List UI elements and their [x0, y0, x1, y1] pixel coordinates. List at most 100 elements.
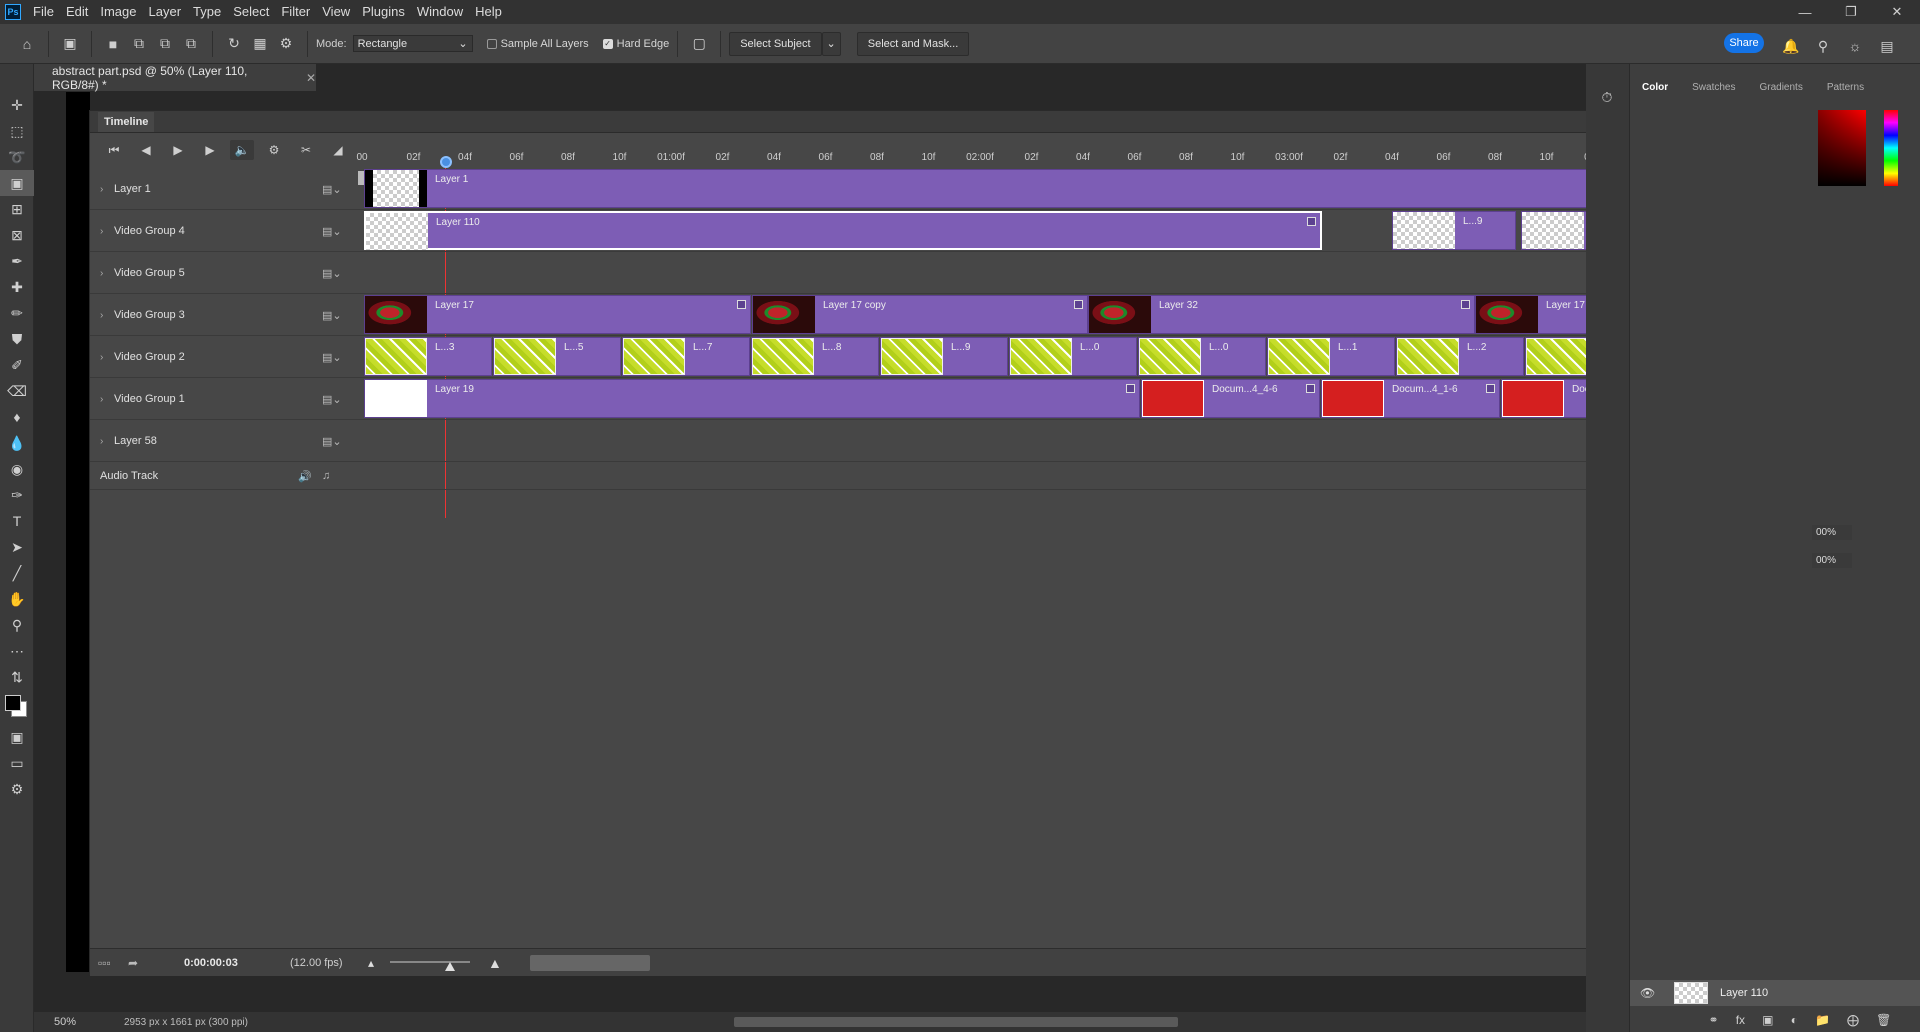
expand-chevron-icon[interactable]: › — [100, 184, 114, 195]
object-selection-tool-icon[interactable]: ▣ — [0, 170, 34, 196]
eraser-tool-icon[interactable]: ⌫ — [0, 378, 34, 404]
timeline-clip[interactable]: L...3 — [364, 337, 492, 376]
tab-swatches[interactable]: Swatches — [1680, 76, 1747, 100]
track-header[interactable]: › Layer 58 ▤⌄ — [90, 420, 356, 462]
expand-chevron-icon[interactable]: › — [100, 352, 114, 363]
close-window-icon[interactable]: ✕ — [1874, 0, 1920, 24]
menu-edit[interactable]: Edit — [60, 0, 94, 24]
document-tab[interactable]: abstract part.psd @ 50% (Layer 110, RGB/… — [34, 64, 316, 92]
zoom-slider-thumb[interactable] — [445, 962, 455, 971]
playhead-handle[interactable] — [440, 156, 452, 168]
share-button[interactable]: Share — [1724, 33, 1764, 53]
menu-layer[interactable]: Layer — [143, 0, 188, 24]
menu-window[interactable]: Window — [411, 0, 469, 24]
clone-stamp-tool-icon[interactable]: ⛊ — [0, 326, 34, 352]
canvas[interactable] — [66, 92, 90, 972]
quick-mask-icon[interactable]: ▣ — [0, 724, 34, 750]
film-strip-menu-icon[interactable]: ▤⌄ — [322, 435, 342, 448]
film-strip-menu-icon[interactable]: ▤⌄ — [322, 267, 342, 280]
zoom-slider[interactable] — [390, 961, 470, 963]
dodge-tool-icon[interactable]: ◉ — [0, 456, 34, 482]
new-layer-icon[interactable]: ⨁ — [1847, 1013, 1859, 1027]
timeline-clip[interactable]: Layer 110 — [364, 211, 1322, 250]
film-strip-menu-icon[interactable]: ▤⌄ — [322, 183, 342, 196]
timeline-clip[interactable]: Layer 17 copy — [752, 295, 1088, 334]
timeline-clip[interactable]: L...0 — [1138, 337, 1266, 376]
film-strip-menu-icon[interactable]: ▤⌄ — [322, 225, 342, 238]
pen-tool-icon[interactable]: ✑ — [0, 482, 34, 508]
healing-brush-tool-icon[interactable]: ✚ — [0, 274, 34, 300]
comment-icon[interactable]: ▢ — [686, 31, 712, 57]
expand-chevron-icon[interactable]: › — [100, 310, 114, 321]
audio-track-header[interactable]: Audio Track 🔊 ♫ — [90, 462, 356, 490]
timeline-clip[interactable]: Docum...4_1-6 — [1321, 379, 1500, 418]
brush-tool-icon[interactable]: ✏ — [0, 300, 34, 326]
add-mask-icon[interactable]: ▣ — [1762, 1013, 1773, 1027]
refresh-icon[interactable]: ↻ — [221, 31, 247, 57]
track-header[interactable]: › Video Group 1 ▤⌄ — [90, 378, 356, 420]
clip-options-icon[interactable] — [1074, 300, 1083, 309]
zoom-in-mountain-icon[interactable]: ▲ — [488, 955, 502, 971]
more-tools-icon[interactable]: ⋯ — [0, 638, 34, 664]
clip-options-icon[interactable] — [737, 300, 746, 309]
settings-gear-icon[interactable]: ⚙ — [273, 31, 299, 57]
transition-icon[interactable]: ◢ — [322, 137, 354, 163]
minimize-icon[interactable]: — — [1782, 0, 1828, 24]
eyedropper-tool-icon[interactable]: ✒ — [0, 248, 34, 274]
track-clip-area[interactable]: Layer 110L...9L...8L...1 — [364, 211, 1775, 251]
menu-filter[interactable]: Filter — [275, 0, 316, 24]
close-tab-icon[interactable]: ✕ — [306, 71, 316, 85]
color-picker-field[interactable] — [1818, 110, 1866, 186]
zoom-out-mountain-icon[interactable]: ▴ — [368, 956, 374, 970]
timeline-clip[interactable]: L...1 — [1267, 337, 1395, 376]
opacity-field[interactable]: 00% — [1812, 525, 1852, 540]
track-header[interactable]: › Video Group 5 ▤⌄ — [90, 252, 356, 294]
canvas-horizontal-scrollbar[interactable] — [734, 1017, 1178, 1027]
add-selection-icon[interactable]: ⧉ — [126, 31, 152, 57]
track-header[interactable]: › Video Group 2 ▤⌄ — [90, 336, 356, 378]
delete-layer-trash-icon[interactable]: 🗑 — [1876, 1013, 1891, 1027]
track-clip-area[interactable]: Layer 17 Layer 17 copy Layer 32 Layer 17 co… — [364, 295, 1785, 335]
timeline-clip[interactable]: L...8 — [751, 337, 879, 376]
timeline-horizontal-scrollbar[interactable] — [530, 955, 650, 971]
screen-mode-icon[interactable]: ▭ — [0, 750, 34, 776]
track-clip-area[interactable] — [364, 253, 1772, 293]
track-header[interactable]: › Video Group 3 ▤⌄ — [90, 294, 356, 336]
clip-options-icon[interactable] — [1486, 384, 1495, 393]
zoom-level[interactable]: 50% — [54, 1016, 104, 1028]
convert-to-frame-animation-icon[interactable]: ▫▫▫ — [98, 956, 111, 970]
history-brush-tool-icon[interactable]: ✐ — [0, 352, 34, 378]
audio-mute-icon[interactable]: 🔈 — [230, 140, 254, 160]
timeline-clip[interactable]: L...5 — [493, 337, 621, 376]
expand-chevron-icon[interactable]: › — [100, 226, 114, 237]
menu-plugins[interactable]: Plugins — [356, 0, 411, 24]
expand-chevron-icon[interactable]: › — [100, 436, 114, 447]
speaker-icon[interactable]: 🔊 — [298, 470, 312, 483]
track-clip-area[interactable] — [364, 421, 1772, 461]
timeline-clip[interactable]: L...9 — [880, 337, 1008, 376]
expand-chevron-icon[interactable]: › — [100, 268, 114, 279]
move-tool-icon[interactable]: ✛ — [0, 92, 34, 118]
clip-options-icon[interactable] — [1461, 300, 1470, 309]
crop-tool-icon[interactable]: ⊞ — [0, 196, 34, 222]
music-note-icon[interactable]: ♫ — [322, 470, 330, 482]
timeline-clip[interactable]: L...7 — [622, 337, 750, 376]
film-strip-menu-icon[interactable]: ▤⌄ — [322, 309, 342, 322]
paint-bucket-tool-icon[interactable]: ♦ — [0, 404, 34, 430]
timeline-clip[interactable]: L...9 — [1392, 211, 1516, 250]
go-to-first-frame-icon[interactable]: ⏮ — [98, 137, 130, 163]
new-selection-icon[interactable]: ■ — [100, 31, 126, 57]
new-group-folder-icon[interactable]: 📁 — [1815, 1013, 1830, 1027]
fill-field[interactable]: 00% — [1812, 553, 1852, 568]
visibility-eye-icon[interactable]: 👁 — [1640, 986, 1660, 1000]
type-tool-icon[interactable]: T — [0, 508, 34, 534]
menu-select[interactable]: Select — [227, 0, 275, 24]
tab-gradients[interactable]: Gradients — [1747, 76, 1814, 100]
film-strip-menu-icon[interactable]: ▤⌄ — [322, 351, 342, 364]
timeline-clip[interactable]: Layer 19 — [364, 379, 1140, 418]
sample-all-layers-checkbox[interactable]: Sample All Layers — [486, 38, 589, 50]
path-selection-tool-icon[interactable]: ➤ — [0, 534, 34, 560]
clip-options-icon[interactable] — [1306, 384, 1315, 393]
menu-type[interactable]: Type — [187, 0, 227, 24]
tab-patterns[interactable]: Patterns — [1815, 76, 1876, 100]
